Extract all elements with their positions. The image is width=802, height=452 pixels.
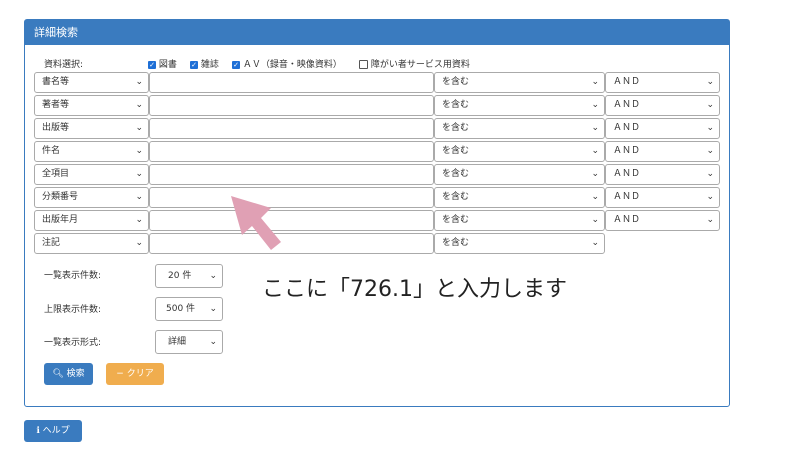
operator-select-2[interactable]: ＡＮＤ ⌄ <box>605 95 720 116</box>
annotation-arrow-icon <box>231 196 281 250</box>
match-select-6[interactable]: を含む ⌄ <box>434 187 605 208</box>
checkbox-unchecked-icon[interactable] <box>359 60 368 69</box>
list-count-select[interactable]: 20 件 ⌄ <box>155 264 223 288</box>
max-count-select[interactable]: 500 件 ⌄ <box>155 297 223 321</box>
search-icon: 🔍︎ <box>52 369 64 379</box>
list-format-label: 一覧表示形式: <box>44 338 102 348</box>
field-select-6[interactable]: 分類番号 ⌄ <box>34 187 149 208</box>
field-select-1[interactable]: 書名等 ⌄ <box>34 72 149 93</box>
chevron-down-icon: ⌄ <box>591 192 599 202</box>
max-count-label: 上限表示件数: <box>44 305 102 315</box>
material-option-magazines[interactable]: ✓ 雑誌 <box>190 57 219 70</box>
chevron-down-icon: ⌄ <box>135 77 143 87</box>
field-select-7[interactable]: 出版年月 ⌄ <box>34 210 149 231</box>
operator-select-1[interactable]: ＡＮＤ ⌄ <box>605 72 720 93</box>
search-term-input-3[interactable] <box>149 118 434 139</box>
operator-select-6[interactable]: ＡＮＤ ⌄ <box>605 187 720 208</box>
chevron-down-icon: ⌄ <box>209 337 217 347</box>
chevron-down-icon: ⌄ <box>706 77 714 87</box>
material-label: 資料選択: <box>44 60 84 70</box>
search-term-input-4[interactable] <box>149 141 434 162</box>
chevron-down-icon: ⌄ <box>135 215 143 225</box>
chevron-down-icon: ⌄ <box>591 238 599 248</box>
checkbox-checked-icon[interactable]: ✓ <box>190 60 198 69</box>
match-select-4[interactable]: を含む ⌄ <box>434 141 605 162</box>
list-count-label: 一覧表示件数: <box>44 271 102 281</box>
match-select-5[interactable]: を含む ⌄ <box>434 164 605 185</box>
field-select-3[interactable]: 出版等 ⌄ <box>34 118 149 139</box>
list-format-select[interactable]: 詳細 ⌄ <box>155 330 223 354</box>
chevron-down-icon: ⌄ <box>135 123 143 133</box>
chevron-down-icon: ⌄ <box>591 169 599 179</box>
chevron-down-icon: ⌄ <box>591 100 599 110</box>
match-select-3[interactable]: を含む ⌄ <box>434 118 605 139</box>
field-select-5[interactable]: 全項目 ⌄ <box>34 164 149 185</box>
material-option-accessibility[interactable]: 障がい者サービス用資料 <box>359 57 470 70</box>
search-term-input-1[interactable] <box>149 72 434 93</box>
chevron-down-icon: ⌄ <box>706 146 714 156</box>
match-select-2[interactable]: を含む ⌄ <box>434 95 605 116</box>
chevron-down-icon: ⌄ <box>706 192 714 202</box>
chevron-down-icon: ⌄ <box>135 192 143 202</box>
chevron-down-icon: ⌄ <box>706 169 714 179</box>
chevron-down-icon: ⌄ <box>591 215 599 225</box>
material-option-books[interactable]: ✓ 図書 <box>148 57 177 70</box>
match-select-7[interactable]: を含む ⌄ <box>434 210 605 231</box>
chevron-down-icon: ⌄ <box>591 77 599 87</box>
chevron-down-icon: ⌄ <box>591 123 599 133</box>
chevron-down-icon: ⌄ <box>706 100 714 110</box>
chevron-down-icon: ⌄ <box>591 146 599 156</box>
clear-button[interactable]: − クリア <box>106 363 164 385</box>
field-select-8[interactable]: 注記 ⌄ <box>34 233 149 254</box>
info-icon: ℹ <box>36 426 40 436</box>
checkbox-checked-icon[interactable]: ✓ <box>232 60 240 69</box>
chevron-down-icon: ⌄ <box>135 169 143 179</box>
material-option-av[interactable]: ✓ ＡＶ（録音・映像資料） <box>232 57 342 70</box>
operator-select-7[interactable]: ＡＮＤ ⌄ <box>605 210 720 231</box>
chevron-down-icon: ⌄ <box>706 215 714 225</box>
field-select-2[interactable]: 著者等 ⌄ <box>34 95 149 116</box>
annotation-text: ここに「726.1」と入力します <box>262 277 567 302</box>
chevron-down-icon: ⌄ <box>209 271 217 281</box>
search-term-input-5[interactable] <box>149 164 434 185</box>
field-select-4[interactable]: 件名 ⌄ <box>34 141 149 162</box>
chevron-down-icon: ⌄ <box>135 238 143 248</box>
operator-select-5[interactable]: ＡＮＤ ⌄ <box>605 164 720 185</box>
help-button[interactable]: ℹ ヘルプ <box>24 420 82 442</box>
checkbox-checked-icon[interactable]: ✓ <box>148 60 156 69</box>
search-button[interactable]: 🔍︎ 検索 <box>44 363 93 385</box>
search-term-input-2[interactable] <box>149 95 434 116</box>
match-select-1[interactable]: を含む ⌄ <box>434 72 605 93</box>
panel-title: 詳細検索 <box>25 20 729 45</box>
operator-select-4[interactable]: ＡＮＤ ⌄ <box>605 141 720 162</box>
chevron-down-icon: ⌄ <box>706 123 714 133</box>
chevron-down-icon: ⌄ <box>209 304 217 314</box>
operator-select-3[interactable]: ＡＮＤ ⌄ <box>605 118 720 139</box>
chevron-down-icon: ⌄ <box>135 100 143 110</box>
minus-icon: − <box>116 369 124 379</box>
match-select-8[interactable]: を含む ⌄ <box>434 233 605 254</box>
chevron-down-icon: ⌄ <box>135 146 143 156</box>
